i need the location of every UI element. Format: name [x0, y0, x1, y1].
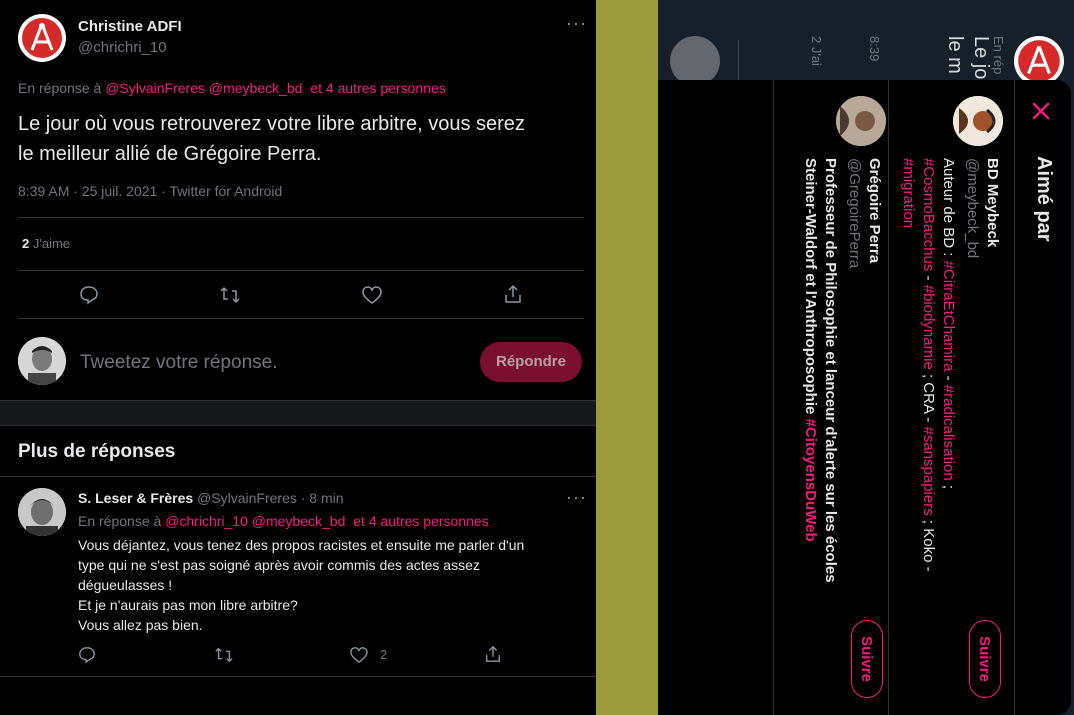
- user-bio: Professeur de Philosophie et lanceur d'a…: [800, 158, 840, 638]
- user-handle[interactable]: @meybeck_bd: [964, 158, 981, 258]
- divider: [0, 676, 596, 677]
- bio-text: Auteur de BD :: [940, 158, 957, 261]
- bio-text: ;: [940, 480, 957, 490]
- reply-author-avatar[interactable]: [18, 488, 66, 536]
- divider: [18, 270, 584, 271]
- reply-header: S. Leser & Frères @SylvainFreres · 8 min: [78, 490, 344, 506]
- follow-button[interactable]: Suivre: [851, 620, 883, 698]
- bg-author-avatar: [1014, 36, 1064, 86]
- bio-hashtag[interactable]: #radicalisation: [940, 385, 957, 481]
- liked-by-modal: Aimé par BD Meybeck @meybeck_bd Auteur d…: [658, 80, 1071, 715]
- likes-summary[interactable]: 2 J'aime: [22, 236, 70, 251]
- reply-others[interactable]: et 4 autres personnes: [310, 80, 445, 96]
- share-icon[interactable]: [503, 284, 523, 304]
- bio-text: ; Koko -: [920, 515, 937, 572]
- user-divider: [888, 80, 889, 715]
- reply-author-name[interactable]: S. Leser & Frères: [78, 490, 193, 506]
- reply-icon[interactable]: [79, 285, 99, 305]
- user-avatar[interactable]: [953, 96, 1003, 146]
- tweet-text-line1: Le jour où vous retrouverez votre libre …: [18, 113, 525, 135]
- user-handle[interactable]: @GregoirePerra: [846, 158, 863, 268]
- reply-like-icon[interactable]: [349, 646, 369, 664]
- reply-others[interactable]: et 4 autres personnes: [353, 513, 488, 529]
- reply-mentions[interactable]: @SylvainFreres @meybeck_bd: [105, 80, 302, 96]
- reply-text-line: Vous allez pas bien.: [78, 617, 203, 633]
- bio-text: -: [920, 271, 937, 285]
- likes-label: J'aime: [32, 236, 71, 251]
- user-name[interactable]: BD Meybeck: [984, 158, 1001, 247]
- reply-context: En réponse à @SylvainFreres @meybeck_bd …: [18, 80, 446, 96]
- liked-by-modal-wrapper: Aimé par BD Meybeck @meybeck_bd Auteur d…: [658, 80, 1071, 715]
- bio-text: ; CRA -: [920, 369, 937, 427]
- user-bio: Auteur de BD : #CitraEtChamira - #radica…: [898, 158, 958, 598]
- bio-hashtag[interactable]: #CitraEtChamira: [940, 261, 957, 372]
- bg-likes: 2 J'ai: [809, 36, 824, 66]
- reply-reply-icon[interactable]: [78, 646, 96, 664]
- reply-author-handle[interactable]: @SylvainFreres: [197, 490, 297, 506]
- current-user-avatar[interactable]: [18, 337, 66, 385]
- user-divider: [773, 80, 774, 715]
- like-icon[interactable]: [361, 285, 383, 305]
- reply-text-line: Et je n'aurais pas mon libre arbitre?: [78, 597, 298, 613]
- follow-button[interactable]: Suivre: [969, 620, 1001, 698]
- reply-retweet-icon[interactable]: [214, 646, 234, 664]
- header-divider: [1014, 80, 1015, 715]
- bg-user-avatar: [670, 36, 720, 86]
- divider: [0, 476, 596, 477]
- tweet-text-line2: le meilleur allié de Grégoire Perra.: [18, 143, 322, 165]
- likes-count: 2: [22, 236, 30, 251]
- tweet-meta[interactable]: 8:39 AM · 25 juil. 2021 · Twitter for An…: [18, 183, 282, 199]
- author-name[interactable]: Christine ADFI: [78, 18, 182, 35]
- close-icon[interactable]: [1028, 98, 1054, 124]
- author-handle[interactable]: @chrichri_10: [78, 39, 167, 56]
- reply-text-line: Vous déjantez, vous tenez des propos rac…: [78, 537, 525, 553]
- user-avatar[interactable]: [836, 96, 886, 146]
- reply-like-count: 2: [380, 647, 388, 662]
- retweet-icon[interactable]: [219, 285, 241, 305]
- user-name[interactable]: Grégoire Perra: [866, 158, 883, 263]
- reply-share-icon[interactable]: [484, 645, 502, 663]
- reply-prefix: En réponse à: [18, 80, 102, 96]
- divider: [18, 318, 584, 319]
- bg-tweet-text2: le m: [944, 36, 966, 74]
- divider: [18, 217, 584, 218]
- bio-hashtag[interactable]: #migration: [900, 158, 917, 228]
- bio-text: -: [940, 371, 957, 385]
- reply-text-line: type qui ne s'est pas soigné après avoir…: [78, 557, 480, 573]
- author-avatar[interactable]: [18, 14, 66, 62]
- modal-title: Aimé par: [1033, 156, 1055, 242]
- bg-vertical-line: [738, 40, 739, 80]
- reply-button[interactable]: Répondre: [480, 342, 582, 382]
- more-options-icon[interactable]: ···: [566, 14, 587, 32]
- desktop-gap: [596, 0, 658, 715]
- reply-text: Vous déjantez, vous tenez des propos rac…: [78, 535, 524, 635]
- more-replies-heading: Plus de réponses: [18, 441, 176, 462]
- reply-context: En réponse à @chrichri_10 @meybeck_bd et…: [78, 513, 489, 529]
- reply-time[interactable]: · 8 min: [301, 490, 344, 506]
- tweet-detail-column: Christine ADFI @chrichri_10 ··· En répon…: [0, 0, 596, 715]
- bio-hashtag[interactable]: #sanspapiers: [920, 426, 937, 515]
- bio-hashtag[interactable]: #CitoyensDuWeb: [802, 419, 819, 542]
- reply-mentions[interactable]: @chrichri_10 @meybeck_bd: [165, 513, 345, 529]
- bg-tweet-text: Le jo: [970, 36, 992, 80]
- bio-text: Waldorf et l'Anthroposophie: [802, 213, 819, 419]
- bg-time: 8:39: [867, 36, 882, 62]
- reply-text-line: dégueulasses !: [78, 577, 173, 593]
- bg-reply-prefix: En rép: [991, 36, 1006, 75]
- bio-hashtag[interactable]: #biodynamie: [920, 285, 937, 370]
- bg-text-block: En rép Le jo le m 8:39 2 J'ai: [809, 36, 1006, 80]
- bio-hashtag[interactable]: #CosmoBacchus: [920, 158, 937, 271]
- reply-input[interactable]: Tweetez votre réponse.: [80, 352, 278, 374]
- reply-more-options-icon[interactable]: ···: [566, 488, 587, 506]
- reply-prefix: En réponse à: [78, 513, 162, 529]
- section-separator: [0, 400, 596, 426]
